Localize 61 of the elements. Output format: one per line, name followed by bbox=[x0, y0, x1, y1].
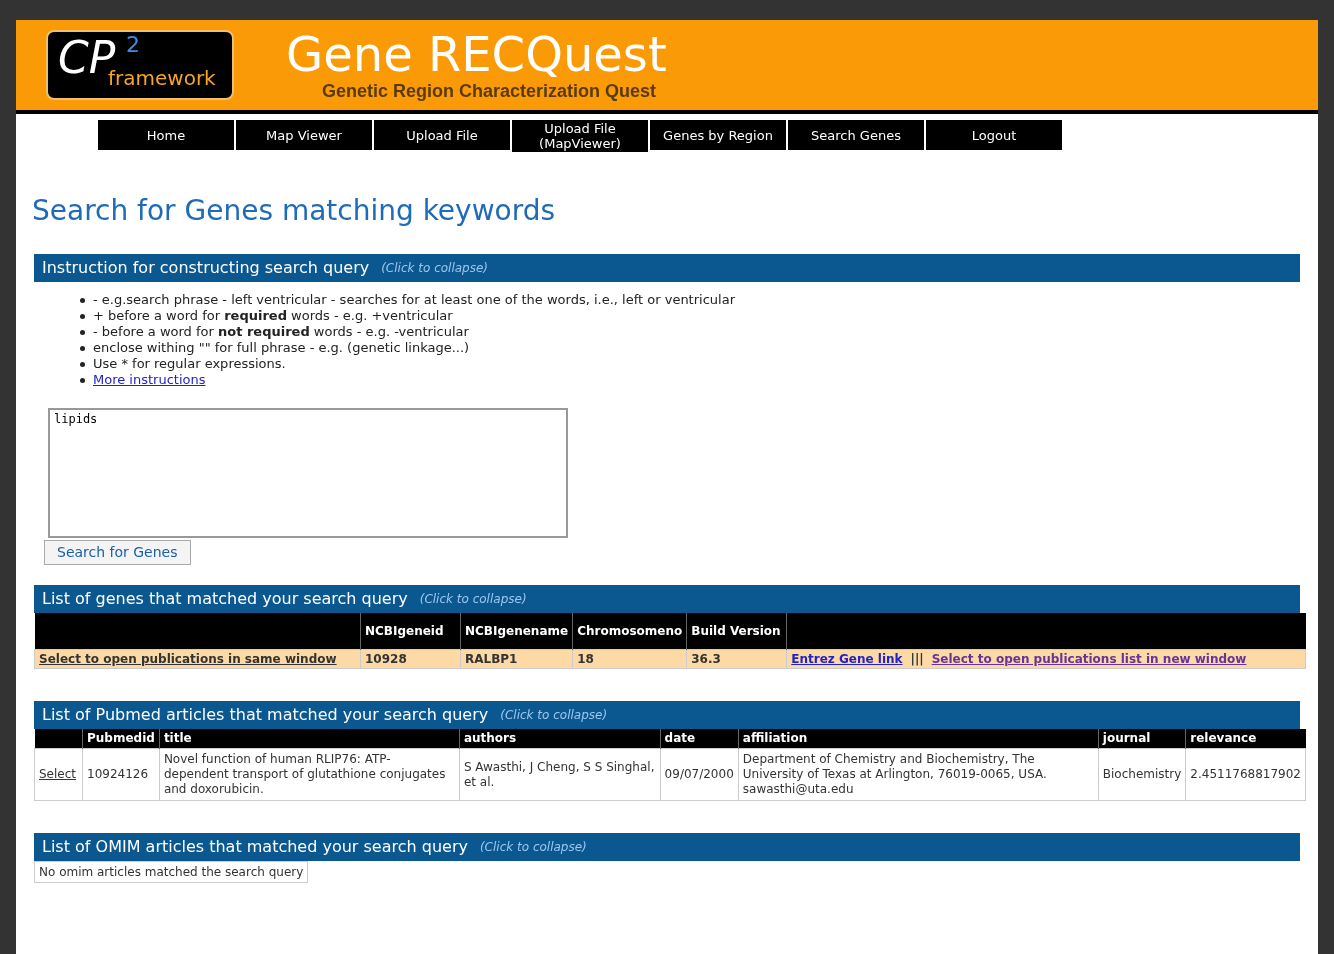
empty-message: No omim articles matched the search query bbox=[34, 861, 309, 883]
collapse-hint[interactable]: (Click to collapse) bbox=[479, 838, 587, 856]
column-header: journal bbox=[1098, 728, 1186, 749]
select-link[interactable]: Select bbox=[39, 767, 77, 781]
bullet-icon bbox=[80, 313, 85, 319]
section-title: List of genes that matched your search query bbox=[42, 588, 408, 610]
instruction-text: - e.g.search phrase - left ventricular - searches for at least one of the words, i.e., left or ventricular bbox=[93, 292, 735, 308]
table-cell: Novel function of human RLIP76: ATP-dependent transport of glutathione conjugates and doxorubicin. bbox=[163, 752, 446, 796]
logo-superscript: 2 bbox=[126, 34, 140, 56]
section-header[interactable]: List of genes that matched your search query (Click to collapse) bbox=[34, 585, 1300, 613]
table-cell: 09/07/2000 bbox=[664, 767, 734, 781]
nav-tab[interactable]: Upload File bbox=[374, 120, 510, 150]
new-window-link[interactable]: Select to open publications list in new window bbox=[931, 651, 1247, 666]
column-header: date bbox=[660, 728, 739, 749]
section-header[interactable]: List of OMIM articles that matched your search query (Click to collapse) bbox=[34, 833, 1300, 861]
bullet-icon bbox=[80, 329, 85, 335]
table-cell: 10924126 bbox=[87, 767, 149, 781]
nav-tab[interactable]: Logout bbox=[926, 120, 1062, 150]
column-header: Pubmedid bbox=[82, 728, 160, 749]
instruction-text: - before a word for not required words - e.g. -ventricular bbox=[93, 324, 469, 340]
table-cell: 2.4511768817902 bbox=[1190, 767, 1301, 781]
nav-tab[interactable]: Genes by Region bbox=[650, 120, 786, 150]
bullet-icon bbox=[80, 361, 85, 367]
section-title: Instruction for constructing search query bbox=[42, 257, 370, 279]
table-cell: 18 bbox=[572, 649, 687, 668]
instructions-link[interactable]: More instructions bbox=[93, 372, 206, 388]
entrez-link[interactable]: Entrez Gene link bbox=[791, 651, 903, 666]
section-title: List of OMIM articles that matched your search query bbox=[42, 836, 468, 858]
nav-tab[interactable]: Map Viewer bbox=[236, 120, 372, 150]
instruction-text: + before a word for required words - e.g. +ventricular bbox=[93, 308, 453, 324]
nav-tab[interactable]: Upload File (MapViewer) bbox=[512, 120, 648, 152]
table-cell: 36.3 bbox=[686, 649, 787, 668]
collapse-hint[interactable]: (Click to collapse) bbox=[419, 590, 527, 608]
instruction-text: enclose withing "" for full phrase - e.g. (genetic linkage...) bbox=[93, 340, 470, 356]
site-subtitle: Genetic Region Characterization Quest bbox=[322, 82, 658, 100]
column-header: authors bbox=[459, 728, 661, 749]
page-title: Search for Genes matching keywords bbox=[32, 193, 557, 229]
bullet-icon bbox=[80, 297, 85, 303]
column-header: affiliation bbox=[738, 728, 1099, 749]
same-window-link[interactable]: Select to open publications in same window bbox=[39, 651, 337, 666]
table-cell: RALBP1 bbox=[460, 649, 573, 668]
section-header[interactable]: Instruction for constructing search query (Click to collapse) bbox=[34, 254, 1300, 282]
nav-tab[interactable]: Home bbox=[98, 120, 234, 150]
collapse-hint[interactable]: (Click to collapse) bbox=[381, 259, 489, 277]
table-cell: Department of Chemistry and Biochemistry, The University of Texas at Arlington, 76019-0065, USA. sawasthi@uta.edu bbox=[742, 752, 1047, 796]
collapse-hint[interactable]: (Click to collapse) bbox=[500, 705, 608, 724]
section-title: List of Pubmed articles that matched your search query bbox=[42, 703, 489, 726]
link-separator: ||| bbox=[910, 651, 924, 666]
bullet-icon bbox=[80, 377, 85, 383]
instruction-text: Use * for regular expressions. bbox=[93, 356, 286, 372]
table-cell: Biochemistry bbox=[1102, 767, 1182, 781]
table-cell: 10928 bbox=[360, 649, 461, 668]
column-header: title bbox=[159, 728, 460, 749]
search-button[interactable]: Search for Genes bbox=[44, 540, 191, 565]
bullet-icon bbox=[80, 345, 85, 351]
query-field[interactable]: lipids bbox=[48, 408, 568, 538]
section-header[interactable]: List of Pubmed articles that matched your search query (Click to collapse) bbox=[34, 700, 1300, 729]
table-cell: S Awasthi, J Cheng, S S Singhal, et al. bbox=[463, 759, 655, 789]
nav-tab[interactable]: Search Genes bbox=[788, 120, 924, 150]
column-header: relevance bbox=[1185, 728, 1306, 749]
site-title: Gene RECQuest bbox=[286, 30, 667, 78]
